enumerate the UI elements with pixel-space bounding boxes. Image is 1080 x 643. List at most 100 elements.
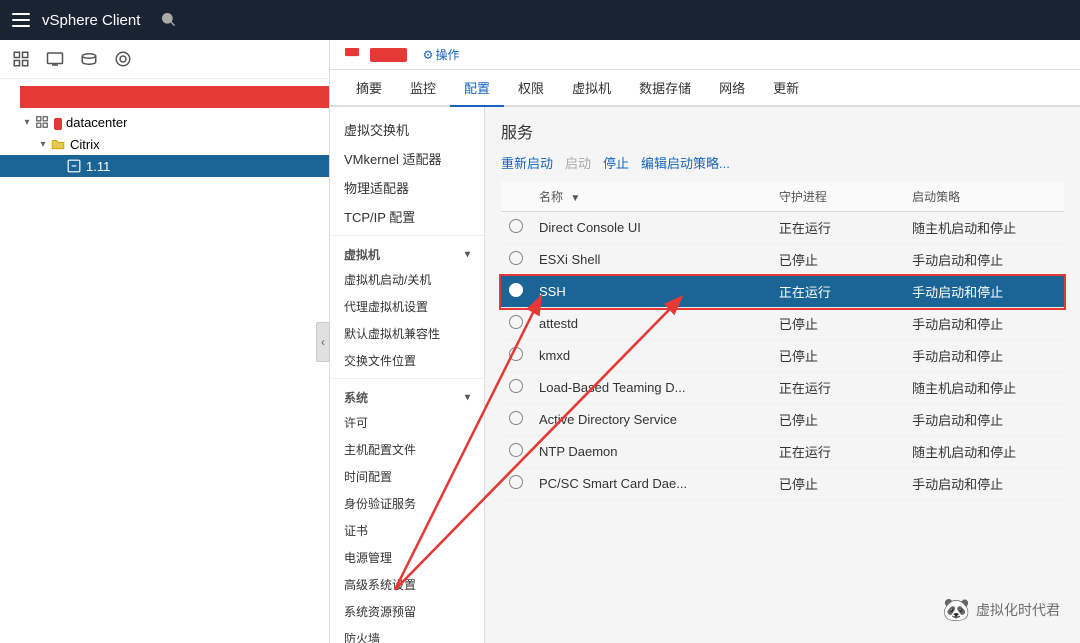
table-row[interactable]: SSH正在运行手动启动和停止 [501, 276, 1064, 308]
radio-button[interactable] [509, 475, 523, 489]
tree-item-host9[interactable] [0, 319, 329, 339]
table-row[interactable]: Active Directory Service已停止手动启动和停止 [501, 404, 1064, 436]
tree-item-host7[interactable] [0, 279, 329, 299]
search-icon[interactable] [160, 11, 176, 30]
start-button[interactable]: 启动 [565, 153, 591, 172]
radio-cell[interactable] [501, 372, 531, 404]
tree-item-host8[interactable] [0, 299, 329, 319]
menu-section-vm[interactable]: 虚拟机 ▾ [330, 240, 484, 266]
restart-button[interactable]: 重新启动 [501, 153, 553, 172]
tab-network[interactable]: 网络 [705, 70, 759, 107]
service-daemon: 正在运行 [771, 212, 904, 244]
radio-button[interactable] [509, 283, 523, 297]
radio-cell[interactable] [501, 436, 531, 468]
vm-icon[interactable] [44, 48, 66, 70]
tree-item-host6[interactable] [0, 259, 329, 279]
radio-button[interactable] [509, 219, 523, 233]
menu-firewall[interactable]: 防火墙 [330, 625, 484, 643]
host-badge [370, 48, 407, 62]
radio-button[interactable] [509, 251, 523, 265]
menu-time[interactable]: 时间配置 [330, 463, 484, 490]
tab-datastore[interactable]: 数据存储 [625, 70, 705, 107]
menu-icon[interactable] [12, 13, 30, 27]
service-daemon: 正在运行 [771, 276, 904, 308]
menu-power[interactable]: 电源管理 [330, 544, 484, 571]
menu-section-system[interactable]: 系统 ▾ [330, 383, 484, 409]
table-row[interactable]: Load-Based Teaming D...正在运行随主机启动和停止 [501, 372, 1064, 404]
menu-auth[interactable]: 身份验证服务 [330, 490, 484, 517]
table-row[interactable]: kmxd已停止手动启动和停止 [501, 340, 1064, 372]
radio-button[interactable] [509, 347, 523, 361]
tab-update[interactable]: 更新 [759, 70, 813, 107]
right-panel: 操作 摘要 监控 配置 权限 虚拟机 数据存储 网络 更新 虚拟交换机 VMke… [330, 40, 1080, 643]
sidebar: ▾ datacenter ▾ [0, 40, 330, 643]
radio-cell[interactable] [501, 340, 531, 372]
service-name: Load-Based Teaming D... [531, 372, 771, 404]
table-row[interactable]: attestd已停止手动启动和停止 [501, 308, 1064, 340]
tree-item-host3[interactable] [0, 199, 329, 219]
menu-vm-agent[interactable]: 代理虚拟机设置 [330, 293, 484, 320]
content-area: 虚拟交换机 VMkernel 适配器 物理适配器 TCP/IP 配置 虚拟机 ▾… [330, 107, 1080, 643]
redbar-item[interactable] [0, 86, 329, 108]
tree-item-host12[interactable] [0, 379, 329, 399]
service-policy: 手动启动和停止 [904, 308, 1064, 340]
col-name[interactable]: 名称 ▼ [531, 182, 771, 212]
tab-config[interactable]: 配置 [450, 70, 504, 107]
tree-item-host11[interactable] [0, 359, 329, 379]
edit-policy-button[interactable]: 编辑启动策略... [641, 153, 730, 172]
menu-tcpip[interactable]: TCP/IP 配置 [330, 202, 484, 231]
storage-icon[interactable] [78, 48, 100, 70]
tree-item-host10[interactable] [0, 339, 329, 359]
tree-item-citrix[interactable]: ▾ Citrix [0, 133, 329, 155]
expand-icon-citrix: ▾ [36, 137, 50, 151]
service-table-body: Direct Console UI正在运行随主机启动和停止ESXi Shell已… [501, 212, 1064, 500]
tree-item-host4[interactable] [0, 219, 329, 239]
top-bar: vSphere Client [0, 0, 1080, 40]
tree-item-datacenter[interactable]: ▾ datacenter [0, 111, 329, 133]
table-row[interactable]: NTP Daemon正在运行随主机启动和停止 [501, 436, 1064, 468]
tab-vm[interactable]: 虚拟机 [558, 70, 625, 107]
menu-license[interactable]: 许可 [330, 409, 484, 436]
table-row[interactable]: PC/SC Smart Card Dae...已停止手动启动和停止 [501, 468, 1064, 500]
stop-button[interactable]: 停止 [603, 153, 629, 172]
tree-item-host[interactable]: 1.11 [0, 155, 329, 177]
collapse-handle[interactable] [316, 322, 330, 362]
menu-resource[interactable]: 系统资源预留 [330, 598, 484, 625]
table-row[interactable]: ESXi Shell已停止手动启动和停止 [501, 244, 1064, 276]
watermark-icon: 🐼 [943, 597, 970, 623]
menu-host-profile[interactable]: 主机配置文件 [330, 436, 484, 463]
settings-icon[interactable] [112, 48, 134, 70]
home-icon[interactable] [10, 48, 32, 70]
expand-icon-host [52, 159, 66, 173]
service-daemon: 已停止 [771, 308, 904, 340]
tree-item-host5[interactable] [0, 239, 329, 259]
radio-cell[interactable] [501, 308, 531, 340]
table-header-row: 名称 ▼ 守护进程 启动策略 [501, 182, 1064, 212]
radio-cell[interactable] [501, 212, 531, 244]
radio-cell[interactable] [501, 244, 531, 276]
radio-button[interactable] [509, 315, 523, 329]
radio-cell[interactable] [501, 404, 531, 436]
radio-button[interactable] [509, 379, 523, 393]
radio-button[interactable] [509, 443, 523, 457]
tab-summary[interactable]: 摘要 [342, 70, 396, 107]
menu-vm-compat[interactable]: 默认虚拟机兼容性 [330, 320, 484, 347]
service-table: 名称 ▼ 守护进程 启动策略 Direct Console UI正在运行随主机启… [501, 182, 1064, 500]
menu-virtual-switch[interactable]: 虚拟交换机 [330, 115, 484, 144]
radio-cell[interactable] [501, 468, 531, 500]
service-policy: 手动启动和停止 [904, 468, 1064, 500]
menu-vmkernel[interactable]: VMkernel 适配器 [330, 144, 484, 173]
menu-advanced[interactable]: 高级系统设置 [330, 571, 484, 598]
service-name: SSH [531, 276, 771, 308]
radio-cell[interactable] [501, 276, 531, 308]
action-button[interactable]: 操作 [423, 46, 460, 63]
tab-permission[interactable]: 权限 [504, 70, 558, 107]
menu-physical[interactable]: 物理适配器 [330, 173, 484, 202]
tab-monitor[interactable]: 监控 [396, 70, 450, 107]
menu-vm-swap[interactable]: 交换文件位置 [330, 347, 484, 374]
radio-button[interactable] [509, 411, 523, 425]
tree-item-host2[interactable] [0, 179, 329, 199]
menu-vm-startup[interactable]: 虚拟机启动/关机 [330, 266, 484, 293]
table-row[interactable]: Direct Console UI正在运行随主机启动和停止 [501, 212, 1064, 244]
menu-cert[interactable]: 证书 [330, 517, 484, 544]
